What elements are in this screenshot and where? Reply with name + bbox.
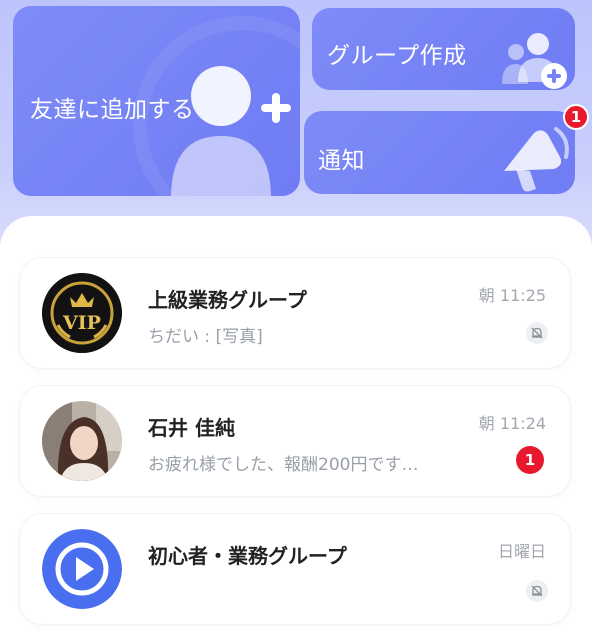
- person-photo: [42, 401, 122, 481]
- vip-badge-icon: VIP: [42, 273, 122, 353]
- chat-row-vip-group[interactable]: VIP 上級業務グループ ちだい : [写真] 朝 11:25: [20, 258, 570, 368]
- chat-list-sheet: VIP 上級業務グループ ちだい : [写真] 朝 11:25 石井 佳純 お疲…: [0, 216, 592, 636]
- chat-time: 朝 11:24: [478, 414, 546, 433]
- chat-preview: お疲れ様でした、報酬200円です…: [148, 455, 419, 475]
- avatar: [42, 529, 122, 609]
- unread-badge: 1: [516, 446, 544, 474]
- mute-bell-icon: [526, 580, 548, 602]
- chat-name: 上級業務グループ: [148, 288, 307, 312]
- notification-megaphone-icon: [504, 127, 569, 192]
- notifications-badge: 1: [563, 104, 589, 130]
- chat-name: 初心者・業務グループ: [148, 544, 347, 568]
- create-group-label: グループ作成: [327, 43, 467, 69]
- notifications-card[interactable]: 通知: [304, 111, 575, 194]
- add-friend-card[interactable]: 友達に追加する: [13, 6, 300, 196]
- chat-row-beginner-group[interactable]: 初心者・業務グループ 日曜日: [20, 514, 570, 624]
- vip-text: VIP: [62, 312, 101, 334]
- group-add-icon: [502, 33, 567, 89]
- notifications-label: 通知: [318, 148, 365, 174]
- chat-name: 石井 佳純: [148, 416, 235, 440]
- play-icon: [42, 529, 122, 609]
- mute-bell-icon: [526, 322, 548, 344]
- chat-preview: ちだい : [写真]: [148, 327, 263, 347]
- chat-time: 日曜日: [497, 542, 546, 561]
- avatar: [42, 401, 122, 481]
- chat-time: 朝 11:25: [478, 286, 546, 305]
- chat-row-ishii[interactable]: 石井 佳純 お疲れ様でした、報酬200円です… 朝 11:24 1: [20, 386, 570, 496]
- avatar: VIP: [42, 273, 122, 353]
- create-group-card[interactable]: グループ作成: [312, 8, 575, 90]
- add-user-icon: [171, 66, 291, 196]
